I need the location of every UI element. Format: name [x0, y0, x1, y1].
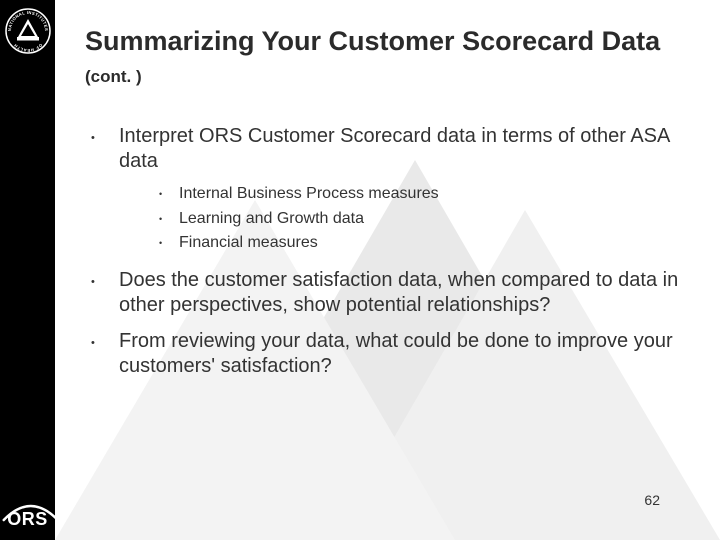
bullet-list: Interpret ORS Customer Scorecard data in…: [85, 124, 688, 380]
page-number: 62: [644, 492, 660, 508]
bullet-text: From reviewing your data, what could be …: [119, 330, 673, 378]
list-item: Learning and Growth data: [119, 208, 688, 230]
list-item: From reviewing your data, what could be …: [85, 329, 688, 380]
left-sidebar: NATIONAL INSTITUTES OF HEALTH ORS: [0, 0, 55, 540]
bullet-text: Interpret ORS Customer Scorecard data in…: [119, 125, 669, 173]
list-item: Financial measures: [119, 232, 688, 254]
list-item: Internal Business Process measures: [119, 183, 688, 205]
sub-bullet-list: Internal Business Process measures Learn…: [119, 183, 688, 254]
bullet-text: Learning and Growth data: [179, 210, 364, 227]
slide: NATIONAL INSTITUTES OF HEALTH ORS Summar…: [0, 0, 720, 540]
title-main: Summarizing Your Customer Scorecard Data: [85, 26, 660, 56]
bullet-text: Financial measures: [179, 234, 318, 251]
nih-logo-icon: NATIONAL INSTITUTES OF HEALTH: [5, 8, 51, 54]
bullet-text: Internal Business Process measures: [179, 185, 439, 202]
ors-logo: ORS: [7, 510, 48, 528]
bullet-text: Does the customer satisfaction data, whe…: [119, 269, 678, 317]
content-area: Summarizing Your Customer Scorecard Data…: [85, 26, 688, 390]
title-cont: (cont. ): [85, 67, 142, 86]
slide-title: Summarizing Your Customer Scorecard Data…: [85, 26, 688, 90]
ors-arc-icon: [1, 498, 59, 522]
list-item: Does the customer satisfaction data, whe…: [85, 268, 688, 319]
list-item: Interpret ORS Customer Scorecard data in…: [85, 124, 688, 254]
